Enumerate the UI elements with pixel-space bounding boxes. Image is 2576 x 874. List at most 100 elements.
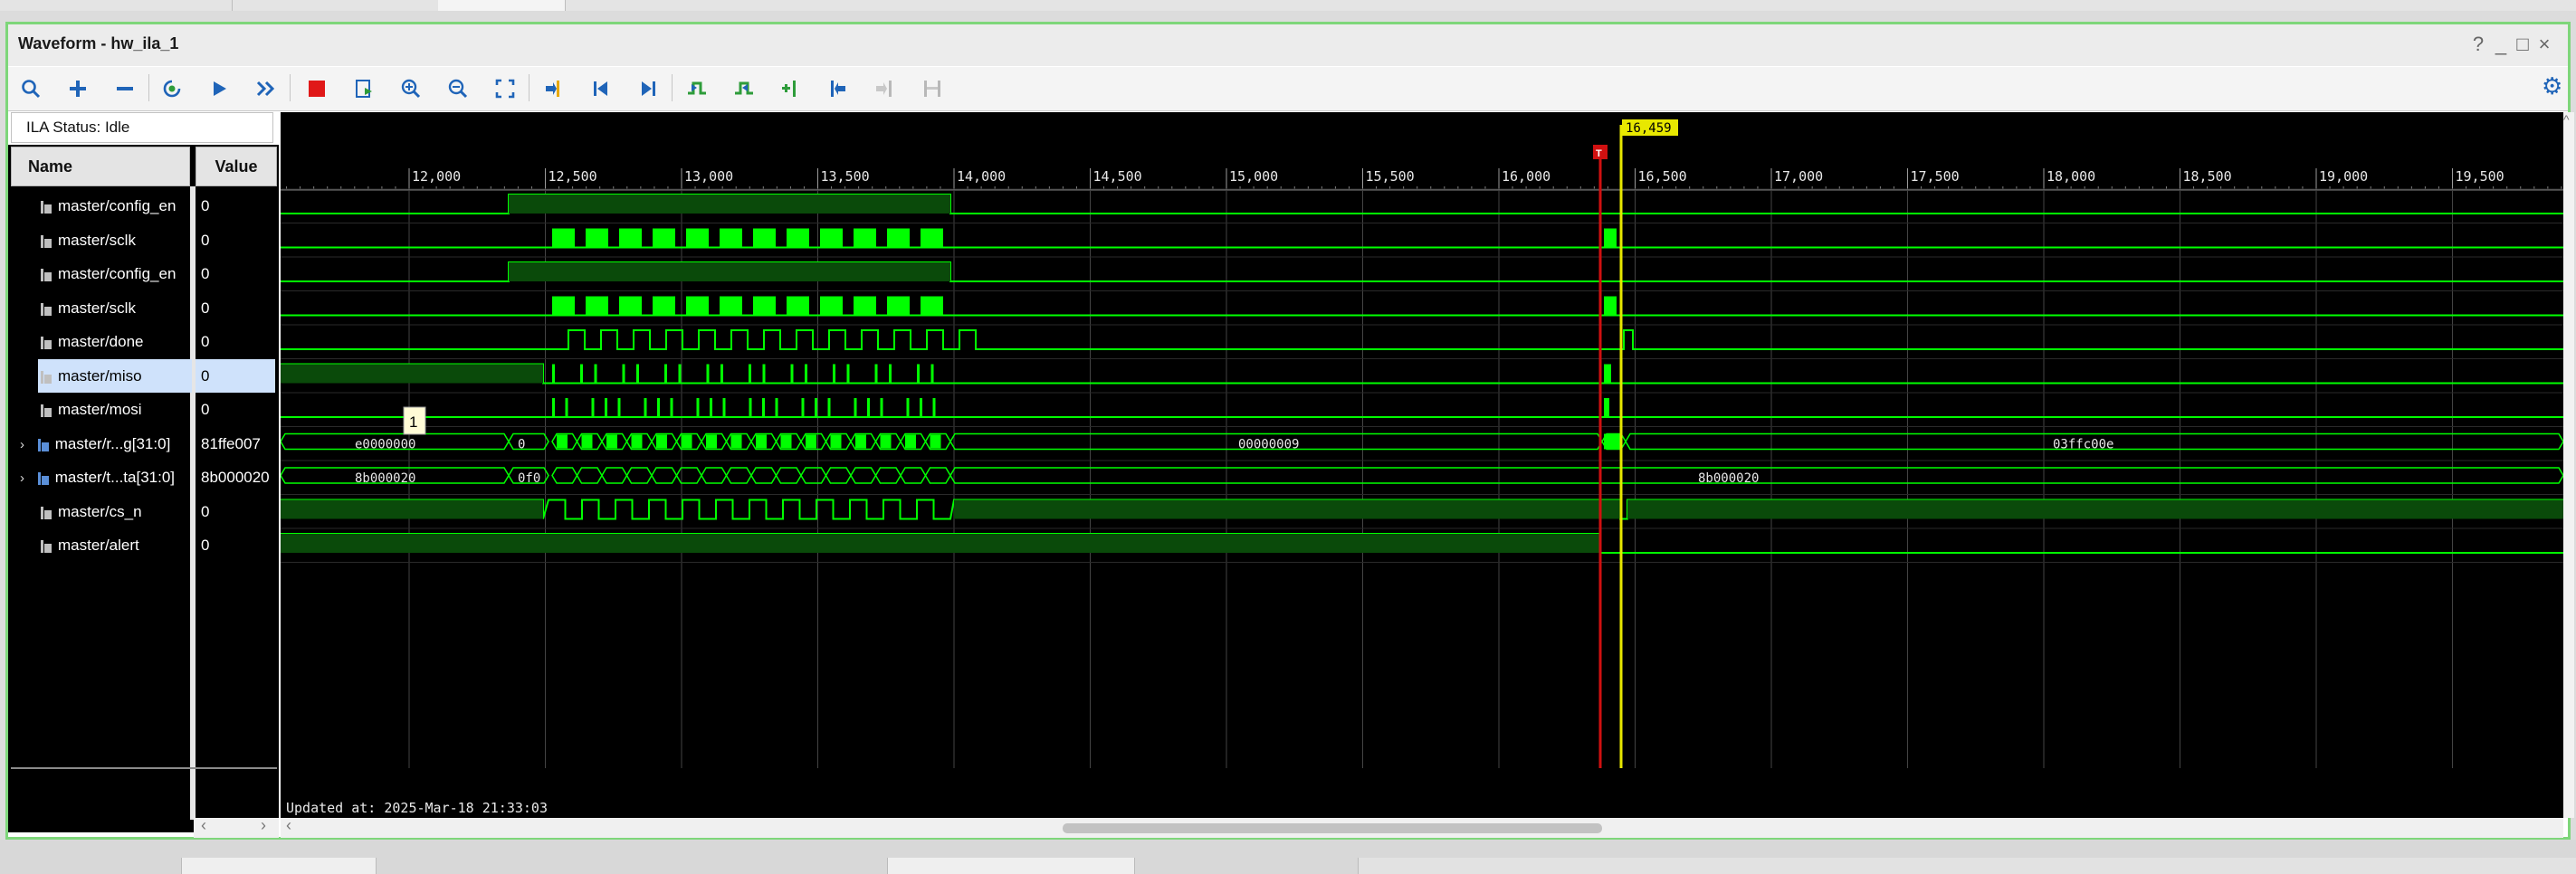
data-pulse [762, 398, 765, 417]
stop-icon[interactable] [301, 72, 333, 105]
scroll-left-icon[interactable]: ‹ [286, 816, 291, 835]
data-pulse [833, 364, 835, 384]
waveform-canvas[interactable]: 12,000 12,500 13,000 13,500 14,000 14,500 15,0… [281, 112, 2563, 818]
go-to-start-icon[interactable] [585, 72, 617, 105]
run-all-icon[interactable] [250, 72, 282, 105]
signal-value: 0 [201, 265, 210, 282]
signal-high-fill [509, 262, 950, 281]
minimize-icon[interactable]: _ [2491, 33, 2511, 55]
signal-row[interactable]: master/miso 0 [11, 359, 277, 393]
signal-row[interactable]: master/sclk 0 [11, 223, 277, 257]
scroll-left-icon[interactable]: ‹ [201, 816, 206, 835]
signal-row[interactable]: master/config_en 0 [11, 189, 277, 223]
toolbar-separator [672, 74, 673, 101]
signal-row[interactable]: master/mosi 0 [11, 393, 277, 426]
clock-pulse [1604, 228, 1617, 248]
gear-icon[interactable]: ⚙ [2542, 72, 2562, 100]
signal-row[interactable]: master/sclk 0 [11, 291, 277, 325]
clock-pulse [686, 296, 709, 316]
go-to-cursor-icon[interactable] [538, 72, 570, 105]
signal-row[interactable]: master/cs_n 0 [11, 495, 277, 528]
bus-burst-fill [806, 434, 816, 449]
signal-name[interactable]: master/config_en [11, 257, 219, 290]
signal-high-fill [954, 499, 1620, 519]
signal-row[interactable]: master/alert 0 [11, 528, 277, 562]
ila-status: ILA Status: Idle [11, 112, 273, 143]
add-marker-icon[interactable] [775, 72, 807, 105]
data-pulse [1604, 398, 1609, 417]
run-icon[interactable] [203, 72, 235, 105]
zoom-minus-icon[interactable] [109, 72, 141, 105]
signal-row[interactable]: master/config_en 0 [11, 257, 277, 290]
signal-value: 0 [196, 359, 275, 393]
signal-name[interactable]: master/sclk [11, 223, 219, 257]
bus-segment [625, 467, 653, 484]
cursor-value: 16,459 [1626, 121, 1672, 136]
bus-segment [508, 432, 549, 451]
signal-name[interactable]: master/alert [11, 528, 219, 562]
search-icon[interactable] [14, 72, 47, 105]
zoom-in-icon[interactable] [395, 72, 427, 105]
help-icon[interactable]: ? [2468, 33, 2488, 55]
go-to-end-icon[interactable] [632, 72, 664, 105]
ruler-tick-label: 17,000 [1774, 168, 1823, 185]
scroll-up-icon[interactable]: ^ [2563, 112, 2570, 127]
bottom-tab[interactable] [887, 858, 1135, 874]
data-pulse [565, 398, 568, 417]
expand-chevron-icon[interactable]: › [20, 428, 33, 461]
ruler-tick-label: 15,500 [1366, 168, 1415, 185]
signal-name[interactable]: master/sclk [11, 291, 219, 325]
bus-burst-fill [830, 434, 842, 449]
bus-signal-icon [37, 438, 49, 451]
swap-cursor-icon[interactable] [916, 72, 949, 105]
signal-name[interactable]: master/cs_n [11, 495, 219, 528]
signal-name[interactable]: master/config_en [11, 189, 219, 223]
signal-name-label: master/t...ta[31:0] [54, 469, 176, 486]
data-pulse [664, 364, 667, 384]
maximize-icon[interactable]: □ [2513, 33, 2533, 55]
export-icon[interactable] [348, 72, 380, 105]
signal-name[interactable]: master/miso [38, 359, 192, 393]
zoom-plus-icon[interactable] [62, 72, 94, 105]
data-pulse [678, 364, 682, 384]
bottom-tab[interactable] [181, 858, 377, 874]
value-column-header[interactable]: Value [196, 147, 277, 186]
value-scrollbar[interactable]: ‹ › [194, 816, 279, 838]
data-pulse [790, 364, 794, 384]
clock-pulse [653, 296, 675, 316]
bus-segment [601, 467, 628, 484]
signal-name[interactable]: › master/t...ta[31:0] [11, 461, 199, 494]
bus-segment [651, 467, 678, 484]
bit-signal-icon [41, 268, 52, 281]
previous-transition-icon[interactable] [681, 72, 713, 105]
next-marker-icon[interactable] [869, 72, 902, 105]
name-column-header[interactable]: Name [11, 147, 190, 186]
signal-value: 0 [201, 503, 210, 520]
scrollbar-thumb[interactable] [1063, 823, 1602, 833]
signal-value: 0 [201, 232, 210, 249]
signal-name[interactable]: master/mosi [11, 393, 219, 426]
signal-row[interactable]: › master/r...g[31:0] 81ffe007 [11, 427, 277, 461]
signal-name[interactable]: › master/r...g[31:0] [11, 427, 199, 461]
signal-row[interactable]: › master/t...ta[31:0] 8b000020 [11, 461, 277, 494]
scroll-right-icon[interactable]: › [261, 816, 266, 835]
marker-label: 1 [409, 413, 417, 431]
zoom-out-icon[interactable] [442, 72, 474, 105]
next-transition-icon[interactable] [728, 72, 760, 105]
clock-pulse [921, 296, 943, 316]
tdata-value-label: 8b000020 [355, 471, 415, 486]
toolbar-separator [148, 74, 149, 101]
bottom-tab-area [1358, 858, 2576, 874]
zoom-fit-icon[interactable] [489, 72, 521, 105]
signal-name[interactable]: master/done [11, 325, 219, 358]
expand-chevron-icon[interactable]: › [20, 461, 33, 494]
previous-marker-icon[interactable] [822, 72, 854, 105]
clock-pulse [686, 228, 709, 248]
close-icon[interactable]: × [2534, 33, 2554, 55]
waveform-vertical-scrollbar[interactable]: ^ [2563, 112, 2574, 818]
signal-name-label: master/config_en [58, 197, 177, 214]
data-pulse [605, 398, 607, 417]
waveform-toolbar [8, 67, 2568, 111]
refresh-icon[interactable] [156, 72, 188, 105]
signal-row[interactable]: master/done 0 [11, 325, 277, 358]
